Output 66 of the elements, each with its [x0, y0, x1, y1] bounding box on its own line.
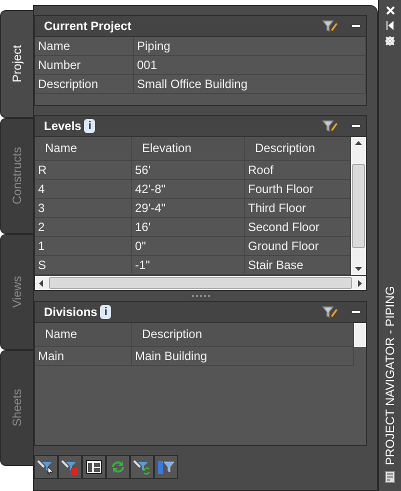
- vertical-scrollbar[interactable]: [351, 137, 366, 275]
- table-cell: 4: [35, 180, 132, 199]
- layout-icon: [86, 460, 102, 474]
- property-label: Name: [35, 37, 134, 56]
- funnel-cursor-icon: [37, 459, 55, 475]
- table-cell: Ground Floor: [245, 237, 351, 256]
- pin-icon[interactable]: [386, 21, 394, 30]
- table-cell: R: [35, 161, 132, 180]
- info-badge[interactable]: i: [100, 305, 112, 319]
- minimize-icon[interactable]: [352, 24, 360, 28]
- toolbar-button[interactable]: [130, 455, 154, 479]
- scrollbar-corner: [354, 323, 366, 347]
- side-tab[interactable]: Project: [0, 10, 33, 118]
- property-value: Small Office Building: [134, 75, 366, 94]
- minimize-icon[interactable]: [352, 310, 360, 314]
- funnel-delete-icon: [61, 459, 79, 475]
- table-cell: Second Floor: [245, 218, 351, 237]
- column-header[interactable]: Description: [132, 323, 354, 347]
- table-cell: 2: [35, 218, 132, 237]
- funnel-refresh-icon: [133, 459, 151, 475]
- funnel-pencil-icon[interactable]: [322, 19, 338, 33]
- info-badge[interactable]: i: [84, 119, 96, 133]
- settings-icon[interactable]: [385, 36, 395, 46]
- table-cell: S: [35, 256, 132, 275]
- table-cell: Fourth Floor: [245, 180, 351, 199]
- property-value: Piping: [134, 37, 366, 56]
- table-cell: Main: [35, 347, 132, 366]
- column-header[interactable]: Elevation: [132, 137, 245, 161]
- section-title: Divisions: [44, 305, 98, 319]
- section-title: Current Project: [44, 19, 132, 33]
- palette-title: PROJECT NAVIGATOR - PIPING: [383, 286, 397, 465]
- scroll-left-icon[interactable]: [39, 280, 43, 286]
- minimize-icon[interactable]: [352, 124, 360, 128]
- table-cell: 1: [35, 237, 132, 256]
- column-header[interactable]: Name: [35, 137, 132, 161]
- table-cell: Stair Base: [245, 256, 351, 275]
- toolbar-button[interactable]: [154, 455, 178, 479]
- property-value: 001: [134, 56, 366, 75]
- funnel-pencil-icon[interactable]: [322, 119, 338, 133]
- table-cell: 16': [132, 218, 245, 237]
- table-cell: Main Building: [132, 347, 354, 366]
- table-cell: Roof: [245, 161, 351, 180]
- table-cell: 56': [132, 161, 245, 180]
- close-icon[interactable]: [386, 6, 394, 15]
- scroll-right-icon[interactable]: [358, 280, 362, 286]
- toolbar-button[interactable]: [82, 455, 106, 479]
- property-label: Number: [35, 56, 134, 75]
- section-title: Levels: [44, 119, 82, 133]
- toolbar-button[interactable]: [34, 455, 58, 479]
- table-cell: Third Floor: [245, 199, 351, 218]
- scroll-down-icon[interactable]: [355, 267, 362, 271]
- column-header[interactable]: Name: [35, 323, 132, 347]
- table-cell: 29'-4": [132, 199, 245, 218]
- refresh-icon: [110, 459, 126, 475]
- table-cell: 3: [35, 199, 132, 218]
- funnel-pencil-icon[interactable]: [322, 305, 338, 319]
- table-cell: 42'-8": [132, 180, 245, 199]
- scroll-up-icon[interactable]: [355, 141, 362, 145]
- column-header[interactable]: Description: [245, 137, 351, 161]
- toolbar-button[interactable]: [58, 455, 82, 479]
- book-funnel-icon: [157, 459, 175, 475]
- properties-icon[interactable]: [385, 471, 395, 483]
- table-cell: 0": [132, 237, 245, 256]
- horizontal-scrollbar[interactable]: [35, 275, 366, 290]
- table-cell: -1": [132, 256, 245, 275]
- property-label: Description: [35, 75, 134, 94]
